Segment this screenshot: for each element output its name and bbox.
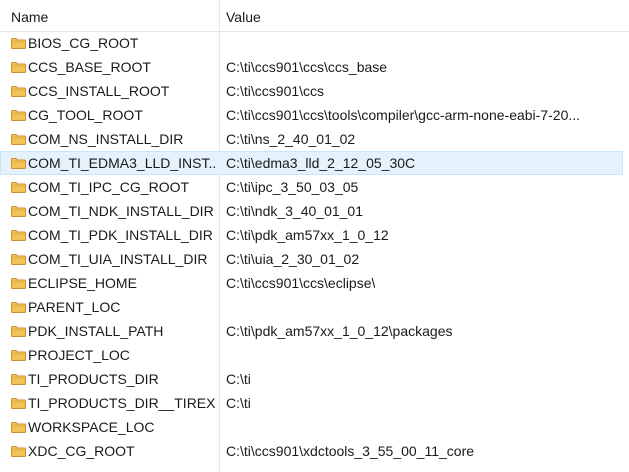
variable-name: COM_TI_NDK_INSTALL_DIR xyxy=(28,203,214,219)
table-row[interactable]: TI_PRODUCTS_DIR__TIREX C:\ti xyxy=(0,391,623,415)
table-row[interactable]: PARENT_LOC xyxy=(0,295,623,319)
folder-icon xyxy=(11,230,26,241)
folder-icon xyxy=(11,374,26,385)
variable-name: WORKSPACE_LOC xyxy=(28,419,155,435)
folder-icon xyxy=(11,254,26,265)
table-body: BIOS_CG_ROOT CCS_BASE_ROOT C:\ti\ccs901\cc… xyxy=(0,31,629,463)
folder-icon xyxy=(11,422,26,433)
variable-value: C:\ti\ccs901\ccs\ccs_base xyxy=(226,59,388,75)
variable-value: C:\ti\ccs901\ccs\tools\compiler\gcc-arm-… xyxy=(226,107,581,123)
variable-name: TI_PRODUCTS_DIR xyxy=(28,371,159,387)
folder-icon xyxy=(11,350,26,361)
table-row[interactable]: COM_NS_INSTALL_DIR C:\ti\ns_2_40_01_02 xyxy=(0,127,623,151)
variable-name: CG_TOOL_ROOT xyxy=(28,107,143,123)
variable-value: C:\ti\pdk_am57xx_1_0_12\packages xyxy=(226,323,453,339)
folder-icon xyxy=(11,110,26,121)
table-row[interactable]: TI_PRODUCTS_DIR C:\ti xyxy=(0,367,623,391)
folder-icon xyxy=(11,254,26,265)
variable-value: C:\ti\ccs901\ccs\eclipse\ xyxy=(226,275,376,291)
folder-icon xyxy=(11,158,26,169)
folder-icon xyxy=(11,158,26,169)
folder-icon xyxy=(11,398,26,409)
folder-icon xyxy=(11,422,26,433)
variable-name: ECLIPSE_HOME xyxy=(28,275,137,291)
table-row[interactable]: COM_TI_IPC_CG_ROOT C:\ti\ipc_3_50_03_05 xyxy=(0,175,623,199)
table-row[interactable]: WORKSPACE_LOC xyxy=(0,415,623,439)
variable-value: C:\ti\pdk_am57xx_1_0_12 xyxy=(226,227,389,243)
table-row[interactable]: CCS_BASE_ROOT C:\ti\ccs901\ccs\ccs_base xyxy=(0,55,623,79)
table-row[interactable]: PROJECT_LOC xyxy=(0,343,623,367)
column-header-value[interactable]: Value xyxy=(226,9,261,25)
folder-icon xyxy=(11,446,26,457)
variable-name: CCS_BASE_ROOT xyxy=(28,59,151,75)
variable-name: COM_TI_UIA_INSTALL_DIR xyxy=(28,251,208,267)
table-row[interactable]: BIOS_CG_ROOT xyxy=(0,31,623,55)
variable-name: PDK_INSTALL_PATH xyxy=(28,323,164,339)
folder-icon xyxy=(11,326,26,337)
variable-name: COM_TI_PDK_INSTALL_DIR xyxy=(28,227,213,243)
folder-icon xyxy=(11,302,26,313)
folder-icon xyxy=(11,398,26,409)
variable-name: PROJECT_LOC xyxy=(28,347,130,363)
variable-value: C:\ti\ccs901\xdctools_3_55_00_11_core xyxy=(226,443,475,459)
variable-name: TI_PRODUCTS_DIR__TIREX xyxy=(28,395,216,411)
variable-value: C:\ti\ns_2_40_01_02 xyxy=(226,131,356,147)
variable-name: CCS_INSTALL_ROOT xyxy=(28,83,170,99)
folder-icon xyxy=(11,326,26,337)
table-row[interactable]: XDC_CG_ROOT C:\ti\ccs901\xdctools_3_55_00… xyxy=(0,439,623,463)
variable-value: C:\ti\edma3_lld_2_12_05_30C xyxy=(226,155,416,171)
folder-icon xyxy=(11,182,26,193)
table-row[interactable]: PDK_INSTALL_PATH C:\ti\pdk_am57xx_1_0_12\… xyxy=(0,319,623,343)
folder-icon xyxy=(11,182,26,193)
variable-value: C:\ti\ndk_3_40_01_01 xyxy=(226,203,363,219)
folder-icon xyxy=(11,206,26,217)
folder-icon xyxy=(11,230,26,241)
folder-icon xyxy=(11,206,26,217)
variable-name: BIOS_CG_ROOT xyxy=(28,35,139,51)
variable-name: COM_TI_IPC_CG_ROOT xyxy=(28,179,190,195)
variable-value: C:\ti xyxy=(226,371,251,387)
variable-value: C:\ti\ccs901\ccs xyxy=(226,83,325,99)
folder-icon xyxy=(11,62,26,73)
variable-name: XDC_CG_ROOT xyxy=(28,443,135,459)
folder-icon xyxy=(11,350,26,361)
table-row[interactable]: COM_TI_EDMA3_LLD_INST... C:\ti\edma3_lld_… xyxy=(0,151,623,175)
folder-icon xyxy=(11,110,26,121)
folder-icon xyxy=(11,134,26,145)
folder-icon xyxy=(11,86,26,97)
variable-value: C:\ti\uia_2_30_01_02 xyxy=(226,251,360,267)
table-row[interactable]: COM_TI_NDK_INSTALL_DIR C:\ti\ndk_3_40_01_… xyxy=(0,199,623,223)
folder-icon xyxy=(11,86,26,97)
folder-icon xyxy=(11,278,26,289)
variable-name: COM_TI_EDMA3_LLD_INST... xyxy=(28,155,216,171)
folder-icon xyxy=(11,38,26,49)
variable-name: COM_NS_INSTALL_DIR xyxy=(28,131,184,147)
table-row[interactable]: CCS_INSTALL_ROOT C:\ti\ccs901\ccs xyxy=(0,79,623,103)
folder-icon xyxy=(11,374,26,385)
folder-icon xyxy=(11,38,26,49)
variable-value: C:\ti\ipc_3_50_03_05 xyxy=(226,179,359,195)
table-row[interactable]: COM_TI_UIA_INSTALL_DIR C:\ti\uia_2_30_01_… xyxy=(0,247,623,271)
folder-icon xyxy=(11,62,26,73)
variable-name: PARENT_LOC xyxy=(28,299,121,315)
variable-value: C:\ti xyxy=(226,395,251,411)
table-header: Name Value xyxy=(0,0,629,32)
folder-icon xyxy=(11,302,26,313)
column-header-name[interactable]: Name xyxy=(11,9,48,25)
folder-icon xyxy=(11,134,26,145)
table-row[interactable]: COM_TI_PDK_INSTALL_DIR C:\ti\pdk_am57xx_1… xyxy=(0,223,623,247)
variables-table: Name Value BIOS_CG_ROOT CCS_BASE_ROOT C:\t… xyxy=(0,0,629,472)
folder-icon xyxy=(11,278,26,289)
table-row[interactable]: CG_TOOL_ROOT C:\ti\ccs901\ccs\tools\compi… xyxy=(0,103,623,127)
folder-icon xyxy=(11,446,26,457)
table-row[interactable]: ECLIPSE_HOME C:\ti\ccs901\ccs\eclipse\ xyxy=(0,271,623,295)
